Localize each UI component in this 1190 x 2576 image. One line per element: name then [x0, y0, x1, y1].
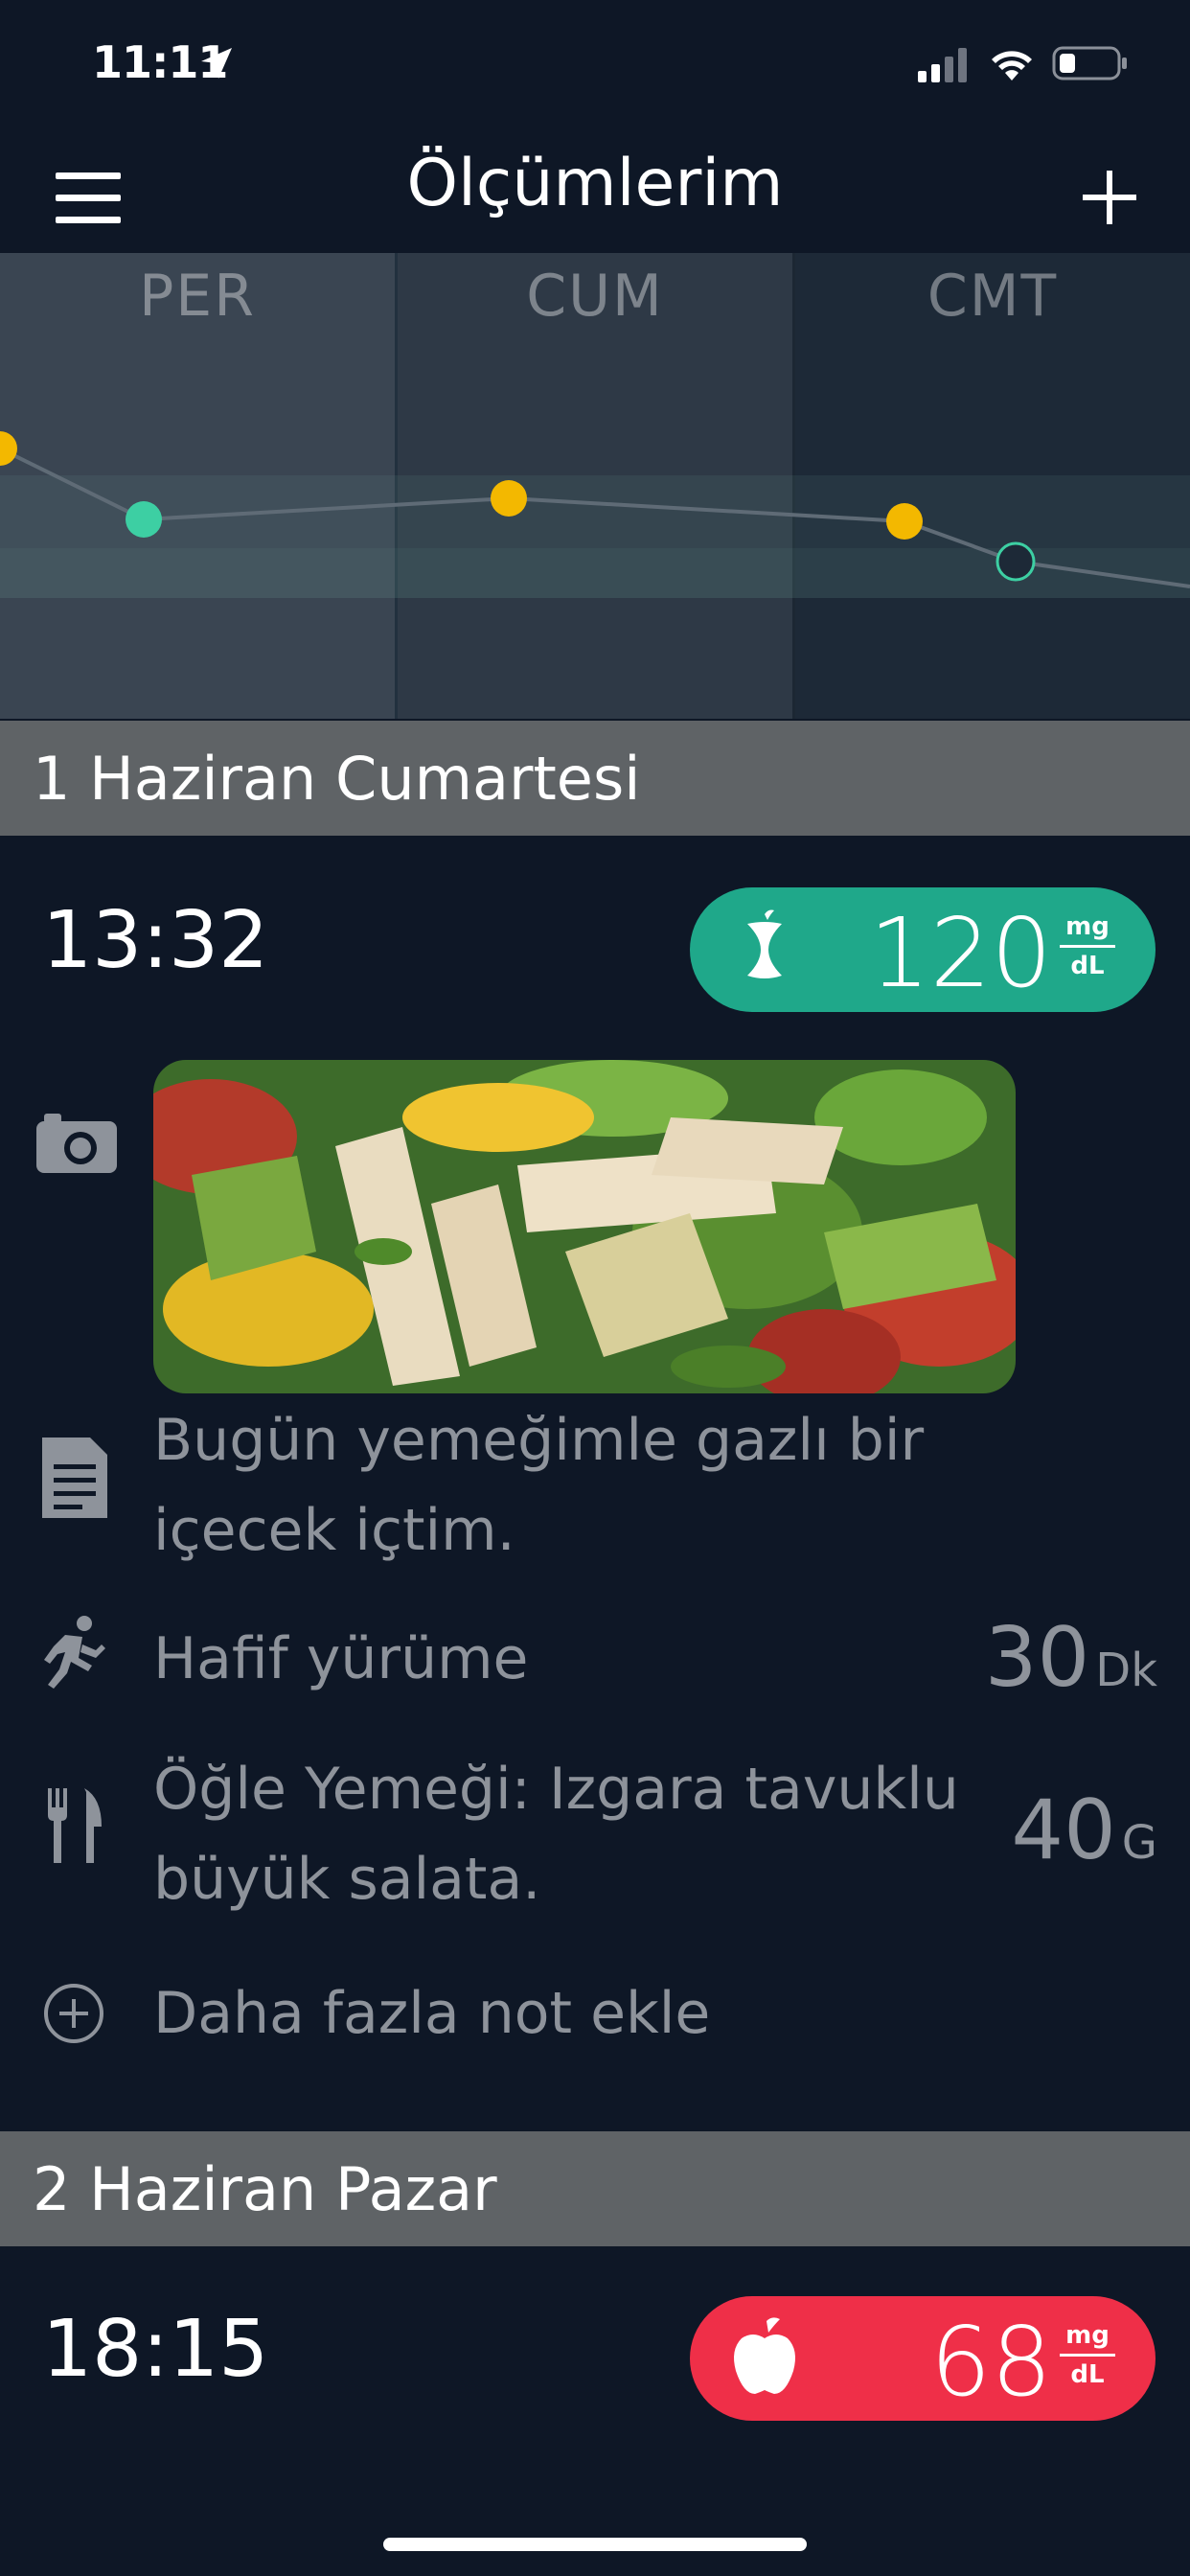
- note-text-line: içecek içtim.: [153, 1497, 515, 1564]
- note-text-line: Bugün yemeğimle gazlı bir: [153, 1407, 925, 1474]
- date-header-label: 2 Haziran Pazar: [33, 2154, 497, 2224]
- date-header: 1 Haziran Cumartesi: [0, 721, 1190, 836]
- meal-note-text[interactable]: Öğle Yemeği: Izgara tavuklu büyük salata…: [153, 1744, 959, 1924]
- meal-carbs-value: 40: [1011, 1782, 1116, 1878]
- date-header-label: 1 Haziran Cumartesi: [33, 744, 641, 814]
- wifi-icon: [992, 51, 1032, 80]
- meal-photo[interactable]: [153, 1060, 1016, 1393]
- data-point-high: [886, 503, 923, 540]
- home-indicator[interactable]: [383, 2538, 807, 2551]
- glucose-reading-badge[interactable]: 120 mg dL: [690, 887, 1156, 1012]
- running-icon: [44, 1616, 105, 1689]
- meal-note-line: büyük salata.: [153, 1846, 541, 1913]
- cellular-signal-icon: [918, 48, 967, 82]
- page-title: Ölçümlerim: [406, 146, 784, 221]
- data-point-high: [0, 431, 17, 466]
- apple-icon: [734, 2317, 795, 2394]
- plus-circle-icon[interactable]: [42, 1982, 105, 2045]
- data-point-high: [491, 480, 527, 517]
- date-header: 2 Haziran Pazar: [0, 2131, 1190, 2246]
- entry-time[interactable]: 13:32: [42, 895, 268, 986]
- battery-icon: [1052, 46, 1127, 80]
- meal-note-line: Öğle Yemeği: Izgara tavuklu: [153, 1756, 959, 1823]
- glucose-chart[interactable]: PER CUM CMT: [0, 253, 1190, 719]
- unit-bottom: dL: [1070, 952, 1105, 980]
- activity-duration: 30 Dk: [985, 1610, 1157, 1706]
- salad-image: [153, 1060, 1016, 1393]
- note-text[interactable]: Bugün yemeğimle gazlı bir içecek içtim.: [153, 1395, 924, 1576]
- meal-carbs: 40 G: [1011, 1782, 1157, 1878]
- unit-top: mg: [1065, 2321, 1110, 2350]
- activity-duration-unit: Dk: [1095, 1644, 1157, 1697]
- glucose-unit: mg dL: [1060, 910, 1115, 982]
- unit-bottom: dL: [1070, 2360, 1105, 2389]
- glucose-unit: mg dL: [1060, 2319, 1115, 2391]
- activity-duration-value: 30: [984, 1610, 1090, 1706]
- unit-divider: [1060, 945, 1115, 948]
- apple-core-icon: [747, 909, 782, 978]
- chart-plot: [0, 431, 1190, 598]
- add-icon[interactable]: [1071, 159, 1148, 236]
- camera-icon: [36, 1114, 117, 1173]
- nav-bar: Ölçümlerim: [0, 134, 1190, 253]
- unit-top: mg: [1065, 912, 1110, 941]
- fork-knife-icon: [48, 1788, 102, 1863]
- entry-time[interactable]: 18:15: [42, 2304, 268, 2395]
- unit-divider: [1060, 2354, 1115, 2357]
- data-point-normal: [126, 501, 162, 538]
- glucose-reading-badge[interactable]: 68 mg dL: [690, 2296, 1156, 2421]
- glucose-value: 68: [929, 2306, 1052, 2418]
- data-point-normal-outline: [995, 541, 1036, 582]
- glucose-value: 120: [869, 897, 1052, 1009]
- document-icon: [42, 1438, 107, 1518]
- meal-carbs-unit: G: [1121, 1816, 1157, 1870]
- status-bar: 11:11: [0, 0, 1190, 134]
- location-arrow-icon: [201, 48, 232, 79]
- add-more-note-link[interactable]: Daha fazla not ekle: [153, 1968, 710, 2058]
- activity-note-text[interactable]: Hafif yürüme: [153, 1614, 528, 1704]
